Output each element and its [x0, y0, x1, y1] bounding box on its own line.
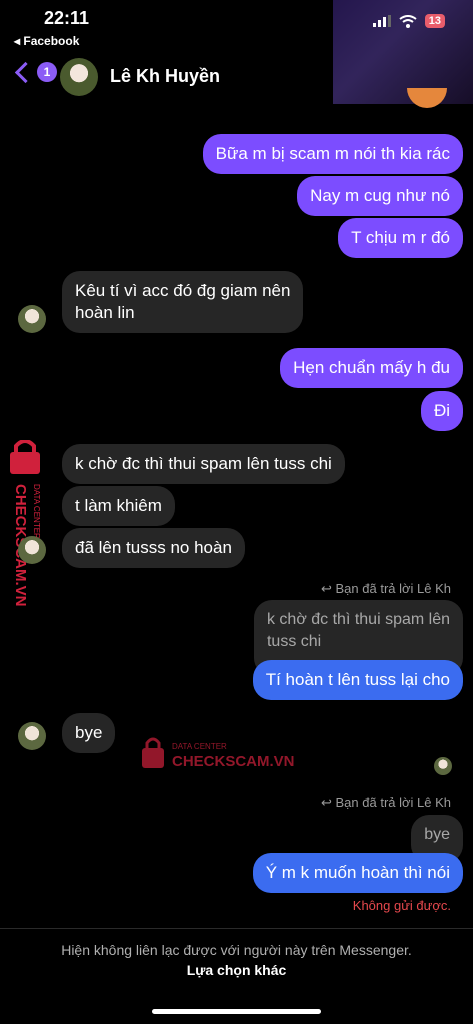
contact-avatar[interactable] — [60, 58, 98, 96]
sender-avatar[interactable] — [18, 722, 46, 750]
back-to-app-link[interactable]: ◂ Facebook — [14, 34, 79, 48]
footer-divider — [0, 928, 473, 929]
outgoing-message[interactable]: Nay m cug như nó — [297, 176, 463, 216]
signal-icon — [372, 15, 391, 27]
outgoing-message[interactable]: Bữa m bị scam m nói th kia rác — [202, 134, 463, 174]
battery-icon: 13 — [424, 14, 445, 28]
reply-arrow-icon: ↩ — [321, 581, 336, 596]
incoming-message[interactable]: k chờ đc thì thui spam lên tuss chi — [62, 444, 345, 484]
quote-line: k chờ đc thì thui spam lên — [266, 611, 450, 628]
send-error-text[interactable]: Không gửi được. — [353, 898, 451, 913]
incoming-message[interactable]: bye — [62, 713, 116, 753]
watermark-brand-horizontal: CHECKSCAM.VN — [172, 753, 295, 770]
watermark-sub-horizontal: DATA CENTER — [172, 742, 227, 751]
outgoing-message[interactable]: T chịu m r đó — [338, 218, 463, 258]
watermark-sub-vertical: DATA CENTER — [32, 484, 41, 539]
sender-avatar[interactable] — [18, 305, 46, 333]
unread-count-badge: 1 — [37, 62, 57, 82]
wifi-icon — [399, 14, 417, 28]
message-line: Kêu tí vì acc đó đg giam nên — [75, 281, 291, 300]
outgoing-message[interactable]: Tí hoàn t lên tuss lại cho — [252, 660, 463, 700]
home-indicator[interactable] — [152, 1009, 321, 1014]
outgoing-message[interactable]: Hẹn chuẩn mấy h đu — [280, 348, 463, 388]
incoming-message[interactable]: t làm khiêm — [62, 486, 175, 526]
status-icons: 13 — [372, 14, 445, 28]
back-button[interactable]: 1 — [14, 61, 57, 83]
message-line: hoàn lin — [75, 303, 135, 322]
outgoing-message[interactable]: Đi — [420, 391, 463, 431]
incoming-message[interactable]: Kêu tí vì acc đó đg giam nên hoàn lin — [62, 271, 304, 333]
reply-arrow-icon: ↩ — [321, 795, 336, 810]
chevron-left-icon — [14, 61, 37, 83]
reply-indicator: ↩ Bạn đã trả lời Lê Kh — [321, 581, 451, 596]
incoming-message[interactable]: đã lên tusss no hoàn — [62, 528, 245, 568]
other-options-link[interactable]: Lựa chọn khác — [0, 962, 473, 978]
quote-line: tuss chi — [266, 633, 322, 650]
status-time: 22:11 — [44, 8, 90, 28]
contact-name[interactable]: Lê Kh Huyền — [110, 66, 220, 87]
outgoing-message[interactable]: Ý m k muốn hoàn thì nói — [252, 853, 463, 893]
reply-indicator: ↩ Bạn đã trả lời Lê Kh — [321, 795, 451, 810]
reaction-emoji-partial — [407, 88, 447, 108]
unavailable-notice: Hiện không liên lạc được với người này t… — [61, 942, 412, 958]
seen-receipt-avatar — [434, 757, 452, 775]
watermark-horizontal: DATA CENTER CHECKSCAM.VN — [142, 737, 295, 770]
sender-avatar[interactable] — [18, 536, 46, 564]
